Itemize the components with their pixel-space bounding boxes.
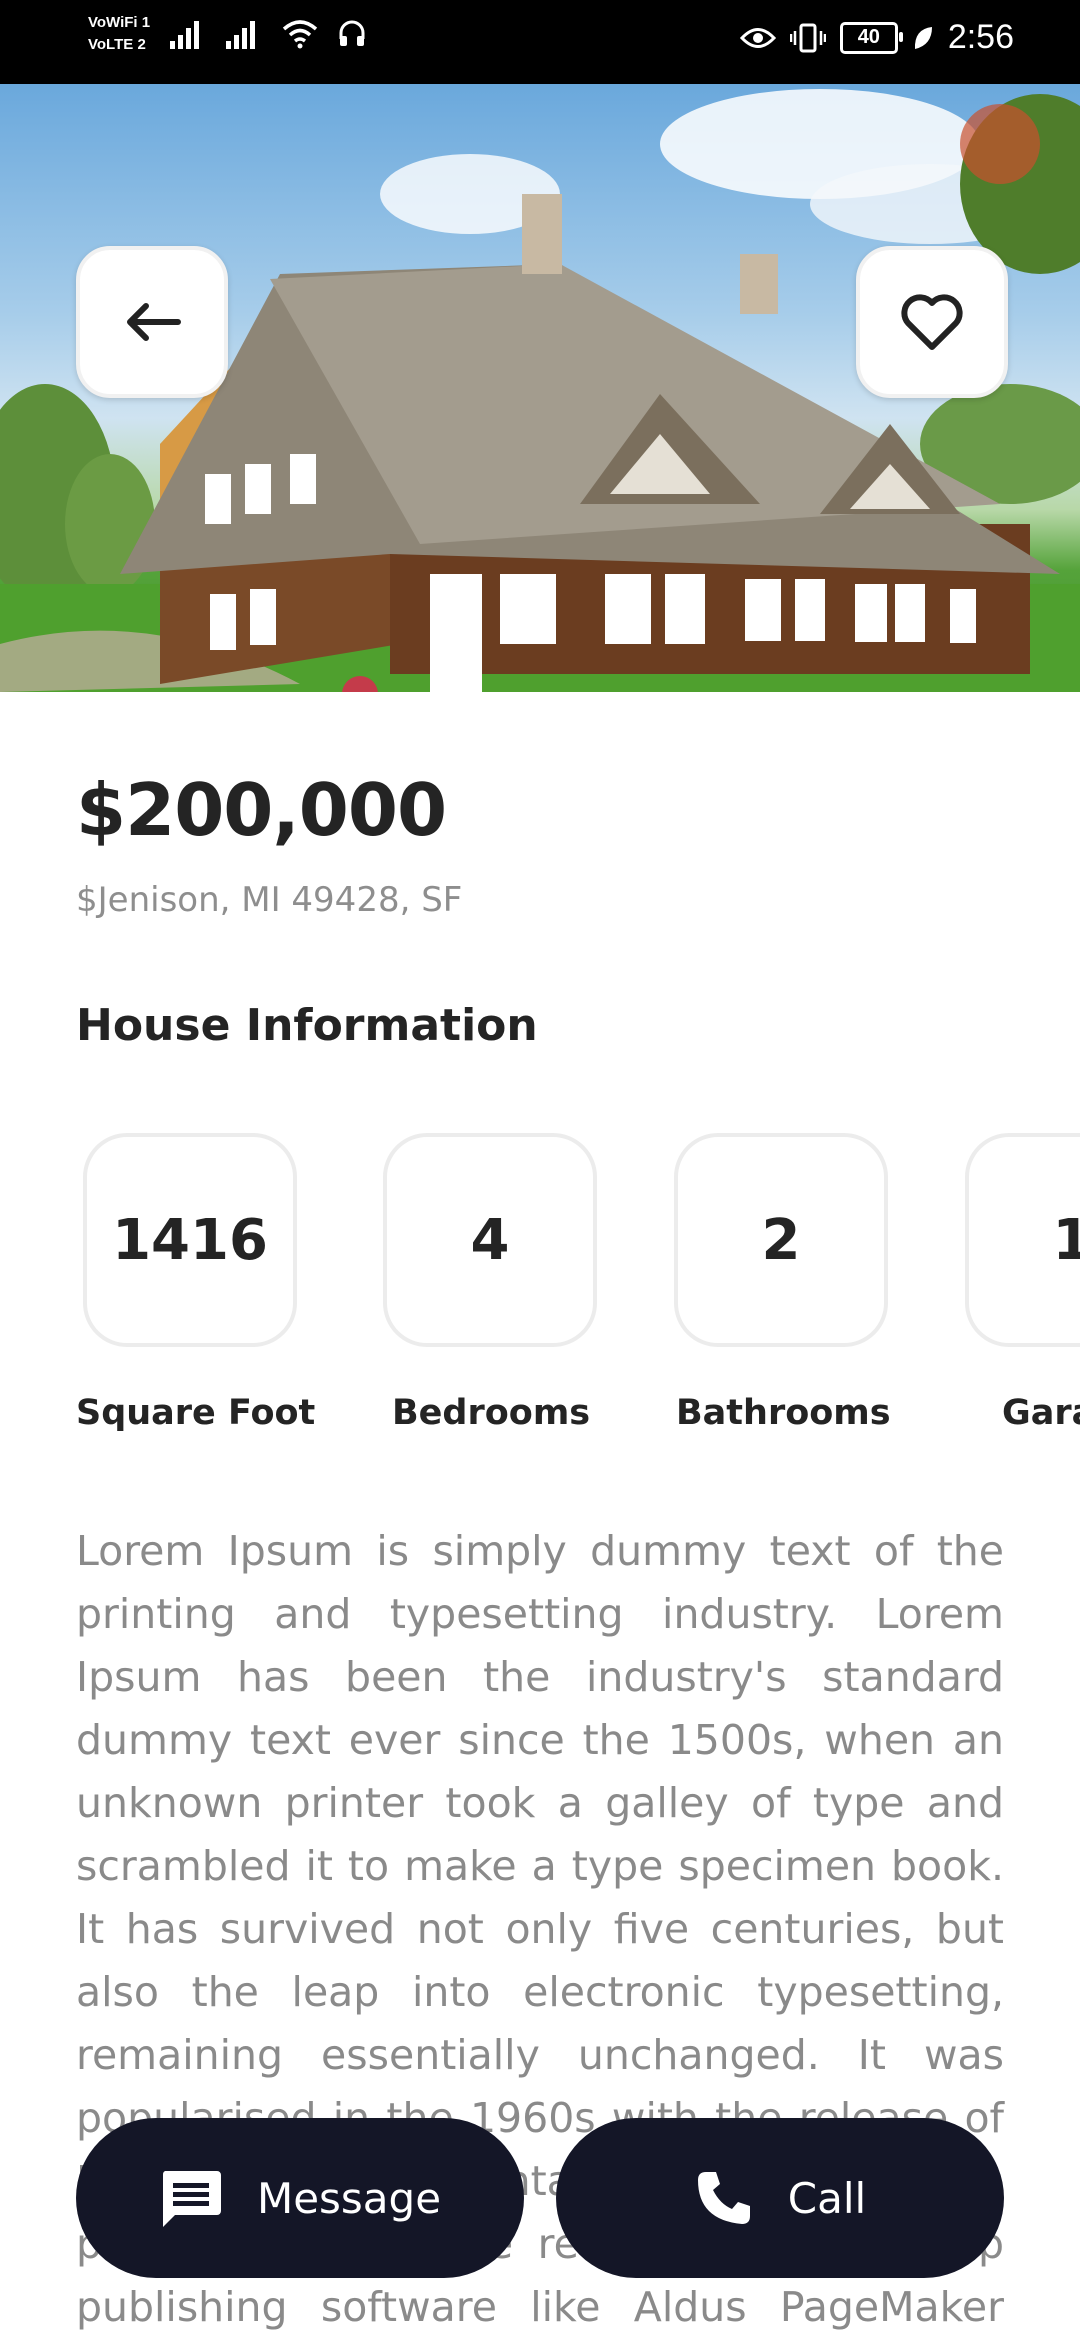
info-label-garage: Garage (1002, 1393, 1080, 1433)
property-details-screen: VoWiFi 1 VoLTE 2 40 2:56 $200,000 $Jenis… (0, 0, 1080, 2340)
eye-icon (739, 27, 776, 48)
signal-icon (170, 21, 200, 49)
message-button-label: Message (256, 2173, 442, 2223)
arrow-left-icon (127, 303, 181, 341)
chat-bubble-icon (162, 2171, 221, 2227)
info-label-bathrooms: Bathrooms (676, 1393, 891, 1433)
info-label-square-foot: Square Foot (76, 1393, 316, 1433)
status-bar: VoWiFi 1 VoLTE 2 40 2:56 (0, 0, 1080, 84)
vibrate-icon (789, 23, 826, 52)
sim2-label: 2 (137, 36, 146, 53)
favorite-button[interactable] (856, 246, 1008, 398)
network-labels: VoWiFi 1 VoLTE 2 (88, 14, 150, 54)
clock: 2:56 (947, 18, 1014, 56)
info-card-garage: 1 (965, 1133, 1080, 1347)
wifi-icon (282, 20, 318, 49)
house-information-title: House Information (76, 1000, 538, 1051)
volte-label: VoLTE (88, 36, 134, 53)
message-button[interactable]: Message (76, 2118, 524, 2278)
info-label-bedrooms: Bedrooms (392, 1393, 591, 1433)
headset-icon (339, 20, 365, 46)
sim1-label: 1 (141, 14, 151, 31)
back-button[interactable] (76, 246, 228, 398)
info-card-square-foot: 1416 (83, 1133, 297, 1347)
status-right: 40 2:56 (739, 18, 1014, 57)
call-button[interactable]: Call (556, 2118, 1004, 2278)
house-info-row[interactable]: 1416 Square Foot 4 Bedrooms 2 Bathrooms … (0, 1133, 1080, 1453)
battery-indicator: 40 (839, 21, 903, 54)
vowifi-label: VoWiFi (88, 14, 138, 31)
info-card-bathrooms: 2 (674, 1133, 888, 1347)
house-photo (0, 84, 1080, 692)
phone-icon (697, 2172, 750, 2224)
leaf-icon (914, 26, 932, 49)
status-left: VoWiFi 1 VoLTE 2 (88, 14, 366, 54)
heart-outline-icon (901, 294, 963, 350)
listing-price: $200,000 (76, 768, 447, 852)
call-button-label: Call (787, 2173, 867, 2223)
signal-icon (226, 21, 256, 49)
listing-address: $Jenison, MI 49428, SF (76, 880, 463, 920)
info-card-bedrooms: 4 (383, 1133, 597, 1347)
